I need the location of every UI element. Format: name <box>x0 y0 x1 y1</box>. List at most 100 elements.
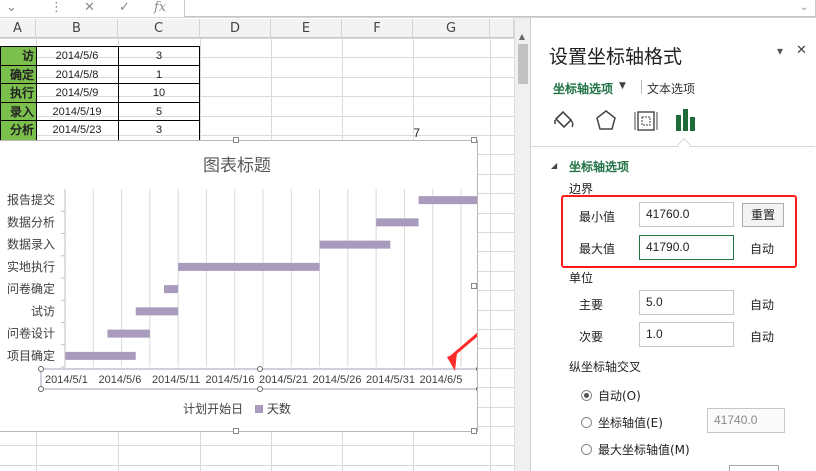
expand-formula-icon[interactable]: ⌄ <box>800 0 808 16</box>
column-header-a[interactable]: A <box>0 19 36 38</box>
major-unit-input[interactable]: 5.0 <box>639 290 734 315</box>
gantt-bar <box>107 329 150 338</box>
partial-control <box>729 465 779 471</box>
column-header-b[interactable]: B <box>36 19 118 38</box>
table-row-border <box>0 83 200 84</box>
tab-divider <box>641 80 642 94</box>
pane-options-icon[interactable]: ▾ <box>777 44 783 58</box>
bounds-highlight-box <box>561 195 797 268</box>
x-tick-label: 2014/5/21 <box>259 374 308 386</box>
minor-auto-label: 自动 <box>750 330 775 344</box>
gantt-bar <box>65 351 136 360</box>
resize-handle-bottom-right[interactable] <box>471 428 477 434</box>
size-properties-icon[interactable] <box>633 108 659 134</box>
table-row-border <box>0 102 200 103</box>
column-header-c[interactable]: C <box>118 19 200 38</box>
gantt-bar <box>376 218 419 227</box>
x-tick-label: 2014/5/26 <box>313 374 362 386</box>
major-auto-label: 自动 <box>750 298 775 312</box>
annotation-arrow-shaft <box>450 332 477 359</box>
cancel-icon[interactable]: ✕ <box>84 0 95 16</box>
minor-label: 次要 <box>579 330 604 344</box>
column-header-g[interactable]: G <box>413 19 490 38</box>
x-tick-label: 2014/5/16 <box>206 374 255 386</box>
category-label: 数据分析 <box>7 214 55 229</box>
pane-title: 设置坐标轴格式 <box>549 46 683 68</box>
more-dots-icon: ⋮ <box>50 0 63 15</box>
cross-auto-label[interactable]: 自动(O) <box>598 387 641 404</box>
axis-selection-handle <box>476 366 477 372</box>
category-label: 实地执行 <box>7 259 55 274</box>
gantt-bar <box>178 262 320 271</box>
chevron-down-icon[interactable]: ▼ <box>619 81 626 91</box>
enter-icon[interactable]: ✓ <box>119 0 130 16</box>
legend-swatch <box>255 405 263 413</box>
column-header-e[interactable]: E <box>271 19 342 38</box>
cross-value-input[interactable]: 41740.0 <box>707 408 785 433</box>
close-icon[interactable]: ✕ <box>796 43 807 58</box>
resize-handle-top[interactable] <box>233 137 239 143</box>
format-axis-pane: 设置坐标轴格式 ▾ ✕ 坐标轴选项 ▼ 文本选项 ◢ 坐标轴选项 边界 最小值 … <box>530 18 816 471</box>
column-header-h[interactable] <box>490 19 514 38</box>
cross-max-radio[interactable] <box>581 444 592 455</box>
axis-cross-title: 纵坐标轴交叉 <box>569 360 642 374</box>
resize-handle-bottom[interactable] <box>233 428 239 434</box>
legend-x-label: 计划开始日 <box>183 402 244 416</box>
cross-value-label[interactable]: 坐标轴值(E) <box>598 414 663 431</box>
cross-auto-radio[interactable] <box>581 390 592 401</box>
column-header-d[interactable]: D <box>200 19 271 38</box>
x-tick-label: 2014/5/11 <box>152 374 200 386</box>
axis-selection-handle <box>476 386 477 392</box>
row-gridline <box>0 445 514 446</box>
table-row-border <box>0 120 200 121</box>
active-tab-pointer <box>676 137 692 153</box>
units-title: 单位 <box>569 271 594 285</box>
pentagon-effects-icon[interactable] <box>593 108 619 134</box>
axis-options-chart-icon[interactable] <box>673 106 699 134</box>
vertical-scrollbar[interactable]: ▲ <box>514 18 530 471</box>
column-header-f[interactable]: F <box>342 19 413 38</box>
row-gridline <box>0 465 514 466</box>
resize-handle-top-right[interactable] <box>471 137 477 143</box>
axis-selection-handle <box>257 386 263 392</box>
formula-bar: ⌄ ⋮ ✕ ✓ fx ⌄ <box>0 0 816 18</box>
resize-handle-right[interactable] <box>471 283 477 289</box>
axis-selection-handle <box>257 366 263 372</box>
section-collapse-icon[interactable]: ◢ <box>551 161 557 170</box>
category-label: 数据录入 <box>7 237 55 252</box>
tab-axis-options[interactable]: 坐标轴选项 <box>553 80 613 97</box>
gantt-chart[interactable]: 图表标题 报告提交 数据分析 数据录入 实地执行 问卷确定 试访 问卷设计 项目确定 2014/… <box>0 137 478 434</box>
x-tick-label: 2014/5/1 <box>45 374 88 386</box>
insert-function-icon[interactable]: fx <box>154 0 166 16</box>
chart-legend[interactable]: 计划开始日 天数 <box>0 400 475 417</box>
legend-series-label: 天数 <box>266 402 291 416</box>
x-tick-label: 2014/5/31 <box>366 374 415 386</box>
scroll-up-icon[interactable]: ▲ <box>517 32 527 41</box>
formula-input[interactable] <box>184 0 816 17</box>
axis-selection-handle <box>38 386 44 392</box>
minor-unit-input[interactable]: 1.0 <box>639 322 734 347</box>
x-tick-label: 2014/6/5 <box>420 374 463 386</box>
gantt-bar <box>164 285 179 294</box>
data-table-border <box>0 46 200 141</box>
category-label: 报告提交 <box>7 192 55 207</box>
category-label: 试访 <box>31 303 55 318</box>
section-axis-options[interactable]: 坐标轴选项 <box>569 158 629 175</box>
table-column-border <box>118 46 119 141</box>
gantt-bar <box>418 196 477 205</box>
cross-value-radio[interactable] <box>581 417 592 428</box>
x-tick-label: 2014/5/6 <box>99 374 142 386</box>
category-label: 问卷设计 <box>7 326 55 341</box>
axis-selection-handle <box>38 366 44 372</box>
gantt-bar <box>319 240 391 249</box>
fill-bucket-icon[interactable] <box>551 108 579 134</box>
row-gridline <box>0 38 514 39</box>
cross-max-label[interactable]: 最大坐标轴值(M) <box>598 441 690 458</box>
gantt-bar <box>135 307 179 316</box>
tab-text-options[interactable]: 文本选项 <box>647 80 695 97</box>
category-label: 项目确定 <box>7 348 55 363</box>
category-label: 问卷确定 <box>7 281 55 296</box>
name-box-dropdown-icon[interactable]: ⌄ <box>6 0 17 16</box>
scroll-thumb[interactable] <box>518 44 528 84</box>
plot-area[interactable]: 报告提交数据分析数据录入实地执行问卷确定试访问卷设计项目确定 2014/5/1 20… <box>0 141 477 431</box>
